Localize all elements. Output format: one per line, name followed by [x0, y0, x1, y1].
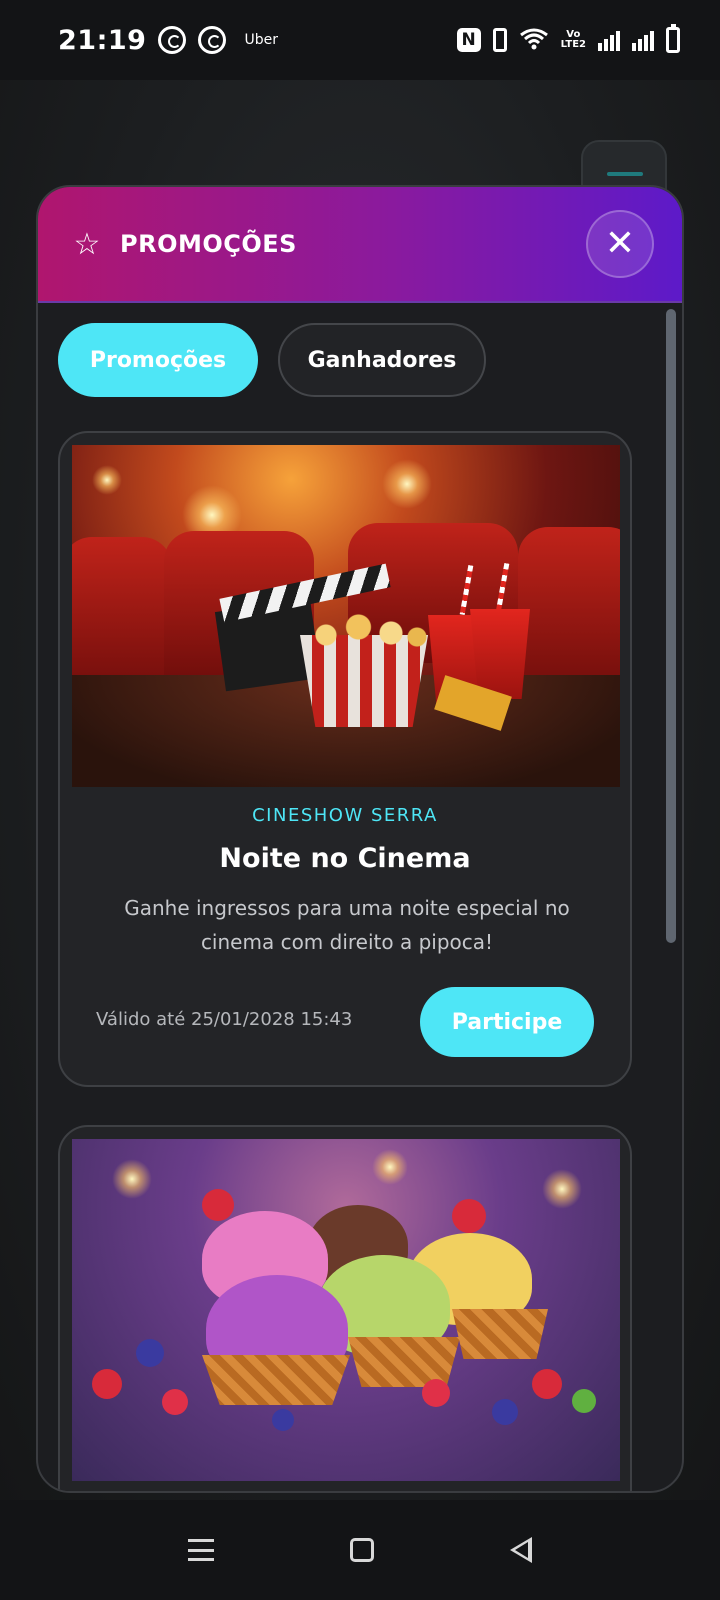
- promotion-brand: CINESHOW SERRA: [252, 805, 438, 826]
- modal-title: PROMOÇÕES: [120, 230, 297, 258]
- volte-icon: Vo LTE2: [561, 30, 586, 50]
- promotion-valid-until: Válido até 25/01/2028 15:43: [96, 1009, 353, 1030]
- battery-icon: [666, 24, 680, 53]
- status-time: 21:19: [58, 24, 147, 56]
- close-button[interactable]: ✕: [586, 210, 654, 278]
- navigation-bar: [0, 1500, 720, 1600]
- cinema-popcorn-image: [72, 445, 620, 787]
- promotion-card: [58, 1125, 632, 1491]
- signal-icon: [632, 29, 654, 51]
- home-icon[interactable]: [350, 1538, 374, 1562]
- tab-promocoes[interactable]: Promoções: [58, 323, 258, 397]
- vibrate-icon: [492, 28, 507, 52]
- tabs: Promoções Ganhadores: [58, 323, 486, 397]
- promotion-description: Ganhe ingressos para uma noite especial …: [124, 896, 570, 954]
- wifi-icon: [519, 27, 549, 54]
- promotions-modal: ☆ PROMOÇÕES ✕ Promoções Ganhadores CINES…: [36, 185, 684, 1493]
- close-icon: ✕: [604, 223, 636, 264]
- volte-label-bottom: LTE2: [560, 39, 586, 50]
- status-bar: 21:19 Uber N Vo LTE2: [0, 0, 720, 80]
- scrollbar[interactable]: [666, 309, 676, 943]
- promotion-title: Noite no Cinema: [219, 843, 471, 874]
- ice-cream-image: [72, 1139, 620, 1481]
- modal-header: ☆ PROMOÇÕES ✕: [38, 187, 682, 303]
- menu-icon[interactable]: [188, 1539, 214, 1561]
- uber-notification-label: Uber: [244, 32, 278, 48]
- signal-icon: [598, 29, 620, 51]
- whatsapp-icon: [158, 26, 187, 54]
- nfc-icon: N: [456, 28, 481, 52]
- participate-button[interactable]: Participe: [420, 987, 594, 1057]
- whatsapp-icon: [198, 26, 227, 54]
- tab-ganhadores[interactable]: Ganhadores: [278, 323, 486, 397]
- star-icon: ☆: [73, 226, 101, 262]
- back-icon[interactable]: [510, 1537, 532, 1563]
- promotion-card: CINESHOW SERRA Noite no Cinema Ganhe ing…: [58, 431, 632, 1087]
- status-icons: N Vo LTE2: [456, 24, 680, 54]
